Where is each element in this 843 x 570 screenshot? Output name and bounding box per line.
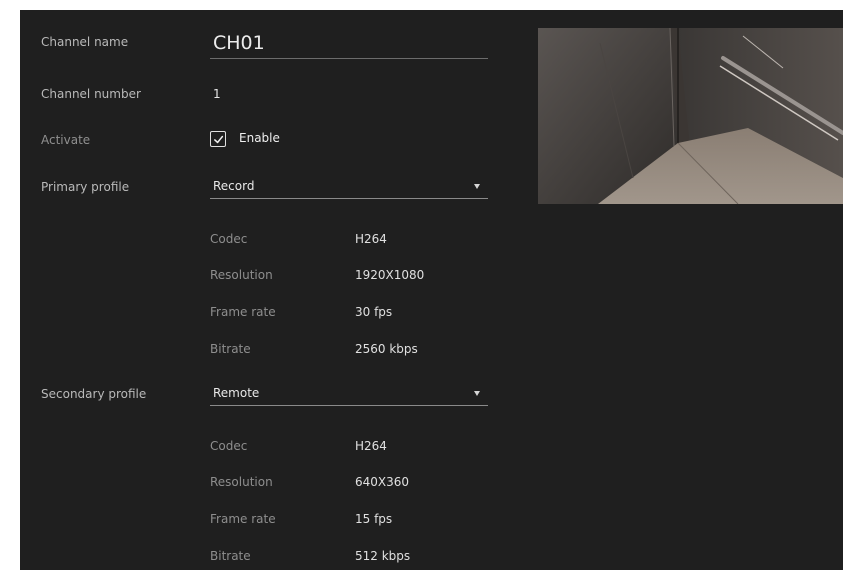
channel-name-value: CH01 xyxy=(213,32,265,54)
secondary-frame-rate-value: 15 fps xyxy=(355,512,393,526)
secondary-profile-label: Secondary profile xyxy=(41,387,147,401)
channel-settings-panel: Channel name CH01 Channel number 1 Activ… xyxy=(20,10,843,570)
secondary-bitrate-value: 512 kbps xyxy=(355,549,411,563)
primary-codec-label: Codec xyxy=(210,232,248,246)
secondary-profile-value: Remote xyxy=(213,386,260,400)
channel-number-label: Channel number xyxy=(41,87,141,101)
secondary-resolution-label: Resolution xyxy=(210,475,273,489)
enable-checkbox[interactable] xyxy=(210,131,226,147)
primary-bitrate-label: Bitrate xyxy=(210,342,251,356)
checkmark-icon xyxy=(213,135,223,143)
secondary-profile-select[interactable]: Remote xyxy=(210,385,488,406)
primary-profile-select[interactable]: Record xyxy=(210,178,488,199)
channel-name-label: Channel name xyxy=(41,35,129,49)
secondary-bitrate-label: Bitrate xyxy=(210,549,251,563)
camera-preview-thumbnail xyxy=(538,28,843,204)
primary-frame-rate-label: Frame rate xyxy=(210,305,276,319)
channel-number-value: 1 xyxy=(213,87,221,101)
primary-profile-value: Record xyxy=(213,179,255,193)
primary-frame-rate-value: 30 fps xyxy=(355,305,393,319)
enable-option-label: Enable xyxy=(239,131,280,145)
caret-down-icon xyxy=(474,391,480,396)
primary-profile-label: Primary profile xyxy=(41,180,130,194)
secondary-resolution-value: 640X360 xyxy=(355,475,410,489)
secondary-codec-value: H264 xyxy=(355,439,387,453)
channel-name-input[interactable]: CH01 xyxy=(210,28,488,59)
primary-resolution-value: 1920X1080 xyxy=(355,268,425,282)
caret-down-icon xyxy=(474,184,480,189)
secondary-codec-label: Codec xyxy=(210,439,248,453)
primary-codec-value: H264 xyxy=(355,232,387,246)
primary-resolution-label: Resolution xyxy=(210,268,273,282)
primary-bitrate-value: 2560 kbps xyxy=(355,342,418,356)
activate-label: Activate xyxy=(41,133,91,147)
secondary-frame-rate-label: Frame rate xyxy=(210,512,276,526)
